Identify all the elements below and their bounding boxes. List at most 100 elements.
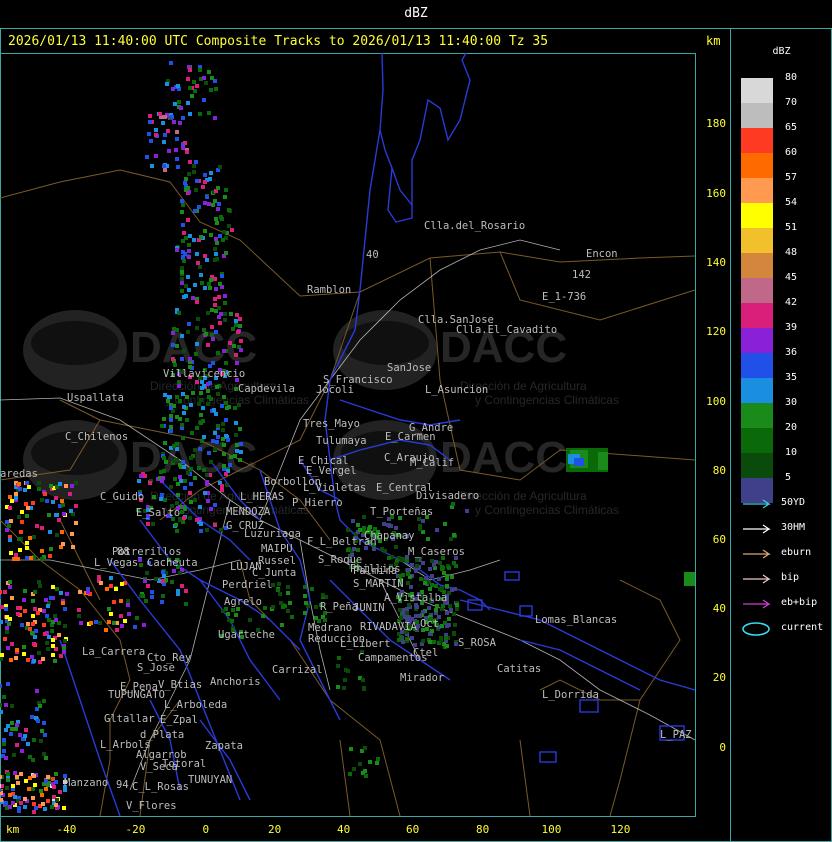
scale-swatch bbox=[741, 78, 773, 103]
place-label: E_Carmen bbox=[385, 431, 436, 443]
track-label: bip bbox=[781, 572, 800, 583]
x-tick-label: 80 bbox=[476, 823, 490, 836]
place-label: MENDOZA bbox=[226, 506, 271, 518]
y-tick-label: 180 bbox=[706, 117, 726, 130]
scale-label: 48 bbox=[785, 247, 798, 258]
place-label: M_Caseros bbox=[408, 546, 465, 558]
scale-label: 54 bbox=[785, 197, 798, 208]
place-label: 94 bbox=[116, 779, 129, 791]
place-label: L_Violetas bbox=[303, 482, 366, 494]
place-label: Villavicencio bbox=[163, 368, 245, 380]
place-label: Encon bbox=[586, 248, 618, 260]
scale-swatch bbox=[741, 228, 773, 253]
watermark-subtitle-2: y Contingencias Climáticas bbox=[475, 503, 619, 517]
x-tick-label: 60 bbox=[406, 823, 420, 836]
track-entry: bip bbox=[741, 571, 831, 587]
place-label: 142 bbox=[572, 269, 591, 281]
place-label: Ramblon bbox=[307, 284, 351, 296]
x-tick-label: 120 bbox=[610, 823, 631, 836]
scale-label: 36 bbox=[785, 347, 798, 358]
place-label: E_Zpal bbox=[160, 714, 198, 726]
scale-label: 51 bbox=[785, 222, 798, 233]
track-entry: 50YD bbox=[741, 496, 831, 512]
place-label: Anchoris bbox=[210, 676, 261, 688]
x-tick-label: 20 bbox=[268, 823, 282, 836]
place-label: Clla.El_Cavadito bbox=[456, 324, 557, 336]
place-label: S_Jose bbox=[137, 662, 175, 674]
place-label: E_Salto bbox=[136, 507, 180, 519]
scale-swatch bbox=[741, 253, 773, 278]
place-label: Palmira bbox=[353, 565, 397, 577]
y-tick-label: 0 bbox=[719, 741, 726, 754]
place-label: L_Vegas bbox=[94, 557, 138, 569]
place-label: SanJose bbox=[387, 362, 431, 374]
scale-swatch bbox=[741, 178, 773, 203]
radar-map[interactable]: DACC Dirección de Agricultura y Continge… bbox=[0, 52, 696, 817]
place-label: S_ROSA bbox=[458, 637, 497, 649]
scale-swatch bbox=[741, 103, 773, 128]
place-label: Jocoli bbox=[316, 384, 354, 396]
track-entry: eb+bip bbox=[741, 596, 831, 612]
scale-swatch bbox=[741, 453, 773, 478]
place-label: Clla.del_Rosario bbox=[424, 220, 525, 232]
track-label: eburn bbox=[781, 547, 812, 558]
place-label: T_Porteñas bbox=[370, 506, 433, 518]
scale-label: 39 bbox=[785, 322, 798, 333]
y-tick-label: 40 bbox=[712, 602, 726, 615]
scale-label: 35 bbox=[785, 372, 798, 383]
place-label: Ugarteche bbox=[218, 629, 275, 641]
scale-label: 30 bbox=[785, 397, 798, 408]
y-tick-label: 160 bbox=[706, 187, 726, 200]
scale-label: 80 bbox=[785, 72, 798, 83]
place-label: Lomas_Blancas bbox=[535, 614, 617, 626]
place-label: Cacheuta bbox=[147, 557, 198, 569]
arrow-icon bbox=[743, 524, 771, 534]
place-label: Tres_Mayo bbox=[303, 418, 360, 430]
scale-label: 60 bbox=[785, 147, 798, 158]
y-tick-label: 80 bbox=[712, 464, 726, 477]
y-tick-label: 120 bbox=[706, 325, 726, 338]
place-label: RIVADAVIA bbox=[360, 621, 418, 633]
scale-label: 70 bbox=[785, 97, 798, 108]
place-label: S_MARTIN bbox=[353, 578, 404, 590]
scale-label: 10 bbox=[785, 447, 798, 458]
legend-panel: dBZ 80 70 65 60 57 54 51 48 45 42 39 36 35 30 20 10 5 50… bbox=[731, 28, 832, 842]
y-tick-label: 60 bbox=[712, 533, 726, 546]
scale-swatch bbox=[741, 403, 773, 428]
window-title: dBZ bbox=[404, 6, 428, 21]
place-label: Gltallar bbox=[104, 713, 155, 725]
scale-swatch bbox=[741, 353, 773, 378]
scale-swatch bbox=[741, 428, 773, 453]
x-axis-unit: km bbox=[6, 823, 20, 836]
place-label: TUNUYAN bbox=[188, 774, 232, 786]
scale-swatch bbox=[741, 328, 773, 353]
arrow-icon bbox=[743, 599, 771, 609]
ellipse-icon bbox=[742, 622, 770, 636]
x-tick-label: 100 bbox=[541, 823, 562, 836]
place-label: E_1-736 bbox=[542, 291, 586, 303]
scale-label: 20 bbox=[785, 422, 798, 433]
place-label: A_Vistalba bbox=[384, 592, 447, 604]
scale-swatch bbox=[741, 278, 773, 303]
place-label: Chapanay bbox=[364, 530, 415, 542]
place-label: MAIPU bbox=[261, 543, 293, 555]
x-axis: -40 -20 0 20 40 60 80 100 120 bbox=[0, 817, 730, 841]
place-label: Tulumaya bbox=[316, 435, 367, 447]
header-title: 2026/01/13 11:40:00 UTC Composite Tracks… bbox=[8, 34, 549, 49]
place-label: P_Hierro bbox=[292, 497, 343, 509]
place-label: La_Carrera bbox=[82, 646, 145, 658]
place-label: Zapata bbox=[205, 740, 243, 752]
place-label: Russel bbox=[258, 555, 296, 567]
place-label: 88 bbox=[117, 546, 130, 558]
place-label: TUPUNGATO bbox=[108, 689, 165, 701]
place-label: Mirador bbox=[400, 672, 444, 684]
x-tick-label: -40 bbox=[56, 823, 77, 836]
x-tick-label: 40 bbox=[337, 823, 351, 836]
scale-label: 45 bbox=[785, 272, 798, 283]
scale-swatch bbox=[741, 153, 773, 178]
place-label: Divisadero bbox=[416, 490, 479, 502]
y-axis-unit: km bbox=[706, 34, 721, 48]
place-label: L_Dorrida bbox=[542, 689, 599, 701]
place-label: L_Libert bbox=[340, 638, 391, 650]
place-label: Totoral bbox=[162, 758, 206, 770]
